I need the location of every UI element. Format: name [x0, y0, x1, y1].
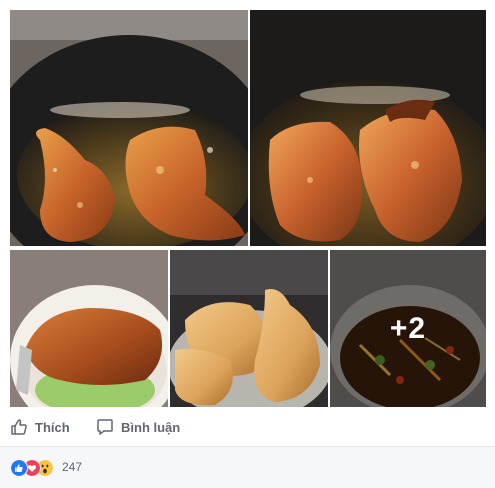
more-photos-overlay[interactable]: +2 [330, 250, 486, 407]
photo-chicken-frying-1-image [10, 10, 248, 246]
photo-chicken-plate-image [10, 250, 168, 407]
like-button-label: Thích [35, 419, 70, 435]
reaction-icons[interactable] [10, 459, 60, 477]
photo-chicken-tray-image [170, 250, 328, 407]
post-action-bar: Thích Bình luận [0, 409, 495, 445]
comment-button-label: Bình luận [121, 419, 181, 435]
photo-chicken-plate[interactable] [10, 250, 168, 407]
like-icon [10, 459, 28, 477]
photo-chicken-frying-2-image [250, 10, 486, 246]
photo-chicken-frying-1[interactable] [10, 10, 248, 246]
more-photos-count: +2 [389, 312, 427, 345]
photo-chicken-tray[interactable] [170, 250, 328, 407]
reactions-summary[interactable]: 247 [0, 447, 495, 488]
reaction-count[interactable]: 247 [62, 460, 82, 474]
comment-button[interactable]: Bình luận [96, 415, 180, 439]
like-button[interactable]: Thích [10, 415, 70, 439]
photo-chicken-frying-2[interactable] [250, 10, 486, 246]
comment-icon [97, 419, 113, 435]
thumbs-up-icon [11, 419, 27, 435]
photo-pot-broth[interactable]: +2 [330, 250, 486, 407]
